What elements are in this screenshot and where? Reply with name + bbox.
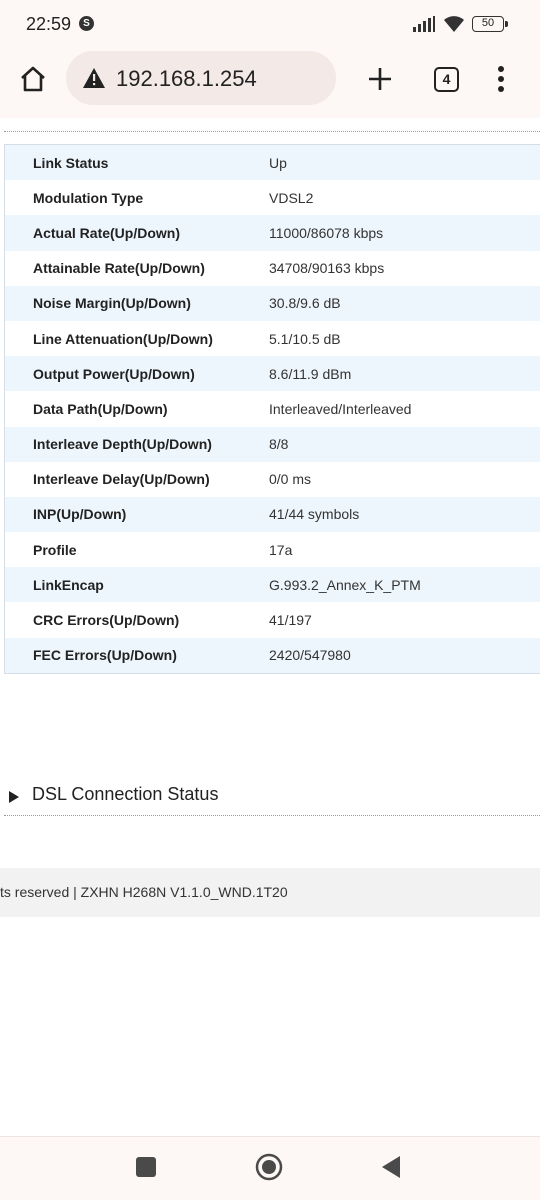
- table-row: FEC Errors(Up/Down) 2420/547980: [5, 637, 540, 673]
- row-value: 41/44 symbols: [269, 506, 360, 523]
- row-label: Profile: [33, 541, 77, 558]
- back-icon[interactable]: [380, 1155, 402, 1179]
- footer-text: ts reserved | ZXHN H268N V1.1.0_WND.1T20: [0, 884, 288, 900]
- table-row: Line Attenuation(Up/Down) 5.1/10.5 dB: [5, 320, 540, 357]
- table-row: Actual Rate(Up/Down) 11000/86078 kbps: [5, 215, 540, 251]
- table-row: CRC Errors(Up/Down) 41/197: [5, 602, 540, 638]
- url-text[interactable]: 192.168.1.254: [116, 66, 257, 92]
- recents-icon[interactable]: [136, 1157, 156, 1177]
- section-title[interactable]: DSL Connection Status: [32, 784, 218, 805]
- dsl-info-table: Link Status Up Modulation Type VDSL2 Act…: [4, 144, 540, 674]
- row-value: G.993.2_Annex_K_PTM: [269, 576, 421, 593]
- table-row: Modulation Type VDSL2: [5, 180, 540, 216]
- menu-icon[interactable]: [494, 65, 508, 93]
- browser-toolbar: 192.168.1.254 4: [0, 50, 540, 118]
- row-value: Interleaved/Interleaved: [269, 400, 412, 417]
- table-row: Noise Margin(Up/Down) 30.8/9.6 dB: [5, 285, 540, 321]
- table-row: Link Status Up: [5, 145, 540, 181]
- row-label: Output Power(Up/Down): [33, 365, 195, 382]
- battery-icon: 50: [472, 16, 508, 32]
- dsl-connection-status-toggle[interactable]: DSL Connection Status: [0, 778, 540, 818]
- system-nav-bar: [0, 1136, 540, 1200]
- divider: [4, 815, 540, 816]
- row-label: Link Status: [33, 154, 109, 171]
- divider: [4, 131, 540, 132]
- address-bar[interactable]: 192.168.1.254: [66, 51, 336, 105]
- row-value: 30.8/9.6 dB: [269, 295, 341, 312]
- status-bar: 22:59 S 50: [0, 0, 540, 50]
- home-icon[interactable]: [18, 64, 48, 94]
- plus-icon[interactable]: [366, 65, 394, 93]
- row-label: Interleave Depth(Up/Down): [33, 436, 212, 453]
- row-label: Modulation Type: [33, 189, 144, 206]
- row-label: LinkEncap: [33, 576, 104, 593]
- row-label: Line Attenuation(Up/Down): [33, 330, 213, 347]
- row-value: 34708/90163 kbps: [269, 260, 385, 277]
- warning-icon[interactable]: [82, 67, 106, 89]
- row-value: Up: [269, 154, 287, 171]
- row-label: Interleave Delay(Up/Down): [33, 471, 210, 488]
- row-label: Noise Margin(Up/Down): [33, 295, 191, 312]
- row-value: 5.1/10.5 dB: [269, 330, 341, 347]
- row-value: 8.6/11.9 dBm: [269, 365, 352, 382]
- row-value: 8/8: [269, 436, 289, 453]
- row-value: 0/0 ms: [269, 471, 312, 488]
- table-row: Attainable Rate(Up/Down) 34708/90163 kbp…: [5, 250, 540, 286]
- row-value: VDSL2: [269, 189, 314, 206]
- table-row: LinkEncap G.993.2_Annex_K_PTM: [5, 567, 540, 603]
- table-row: Interleave Delay(Up/Down) 0/0 ms: [5, 461, 540, 497]
- wifi-icon: [444, 16, 464, 32]
- row-value: 11000/86078 kbps: [269, 224, 384, 241]
- row-label: CRC Errors(Up/Down): [33, 612, 180, 629]
- row-label: Actual Rate(Up/Down): [33, 224, 180, 241]
- carrier-badge-icon: S: [79, 16, 94, 31]
- footer: ts reserved | ZXHN H268N V1.1.0_WND.1T20: [0, 868, 540, 917]
- row-value: 2420/547980: [269, 647, 351, 664]
- table-row: Interleave Depth(Up/Down) 8/8: [5, 426, 540, 462]
- table-row: Profile 17a: [5, 532, 540, 568]
- battery-level: 50: [481, 17, 495, 29]
- row-label: Attainable Rate(Up/Down): [33, 260, 205, 277]
- table-row: Data Path(Up/Down) Interleaved/Interleav…: [5, 391, 540, 427]
- row-value: 17a: [269, 541, 293, 558]
- page-content: Link Status Up Modulation Type VDSL2 Act…: [0, 118, 540, 1136]
- tab-switcher-button[interactable]: 4: [434, 67, 459, 92]
- table-row: Output Power(Up/Down) 8.6/11.9 dBm: [5, 356, 540, 392]
- status-time: 22:59: [26, 14, 72, 34]
- row-label: INP(Up/Down): [33, 506, 127, 523]
- home-circle-icon[interactable]: [255, 1153, 283, 1181]
- row-label: FEC Errors(Up/Down): [33, 647, 177, 664]
- table-row: INP(Up/Down) 41/44 symbols: [5, 496, 540, 533]
- expand-triangle-icon[interactable]: [8, 791, 20, 803]
- row-label: Data Path(Up/Down): [33, 400, 168, 417]
- signal-icon: [413, 16, 435, 32]
- row-value: 41/197: [269, 612, 312, 629]
